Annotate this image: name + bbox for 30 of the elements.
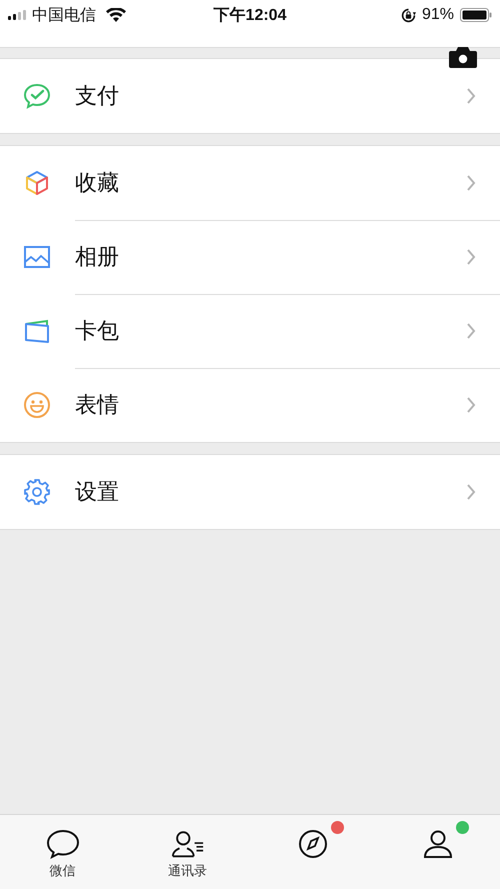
carrier-name: 中国电信 xyxy=(32,6,96,26)
menu-item[interactable]: 设置 xyxy=(0,455,500,529)
tab-item[interactable]: 微信 xyxy=(0,815,125,889)
contacts-icon xyxy=(170,829,204,859)
menu-item[interactable]: 表情 xyxy=(0,368,500,442)
card-icon xyxy=(23,317,51,345)
tab-item[interactable]: 通讯录 xyxy=(125,815,250,889)
picture-frame-icon xyxy=(23,243,51,271)
chat-bubble-icon xyxy=(46,829,80,859)
menu-item[interactable]: 收藏 xyxy=(0,146,500,220)
chevron-icon xyxy=(466,248,476,266)
battery-percent: 91% xyxy=(422,6,454,24)
chevron-icon xyxy=(466,483,476,501)
rotation-lock-icon xyxy=(400,8,416,22)
smiley-icon xyxy=(23,391,51,419)
chevron-icon xyxy=(466,174,476,192)
battery-icon xyxy=(460,8,492,22)
settings-icon xyxy=(23,478,51,506)
clock-time: 下午12:04 xyxy=(214,6,286,26)
menu-item[interactable]: 支付 xyxy=(0,59,500,133)
chevron-icon xyxy=(466,322,476,340)
chevron-icon xyxy=(466,87,476,105)
signal-icon xyxy=(8,10,26,20)
camera-icon[interactable] xyxy=(449,46,477,68)
cube-icon xyxy=(23,169,51,197)
wifi-icon xyxy=(106,8,126,22)
chat-check-icon xyxy=(23,82,51,110)
chevron-icon xyxy=(466,396,476,414)
menu-item[interactable]: 相册 xyxy=(0,220,500,294)
menu-item[interactable]: 卡包 xyxy=(0,294,500,368)
